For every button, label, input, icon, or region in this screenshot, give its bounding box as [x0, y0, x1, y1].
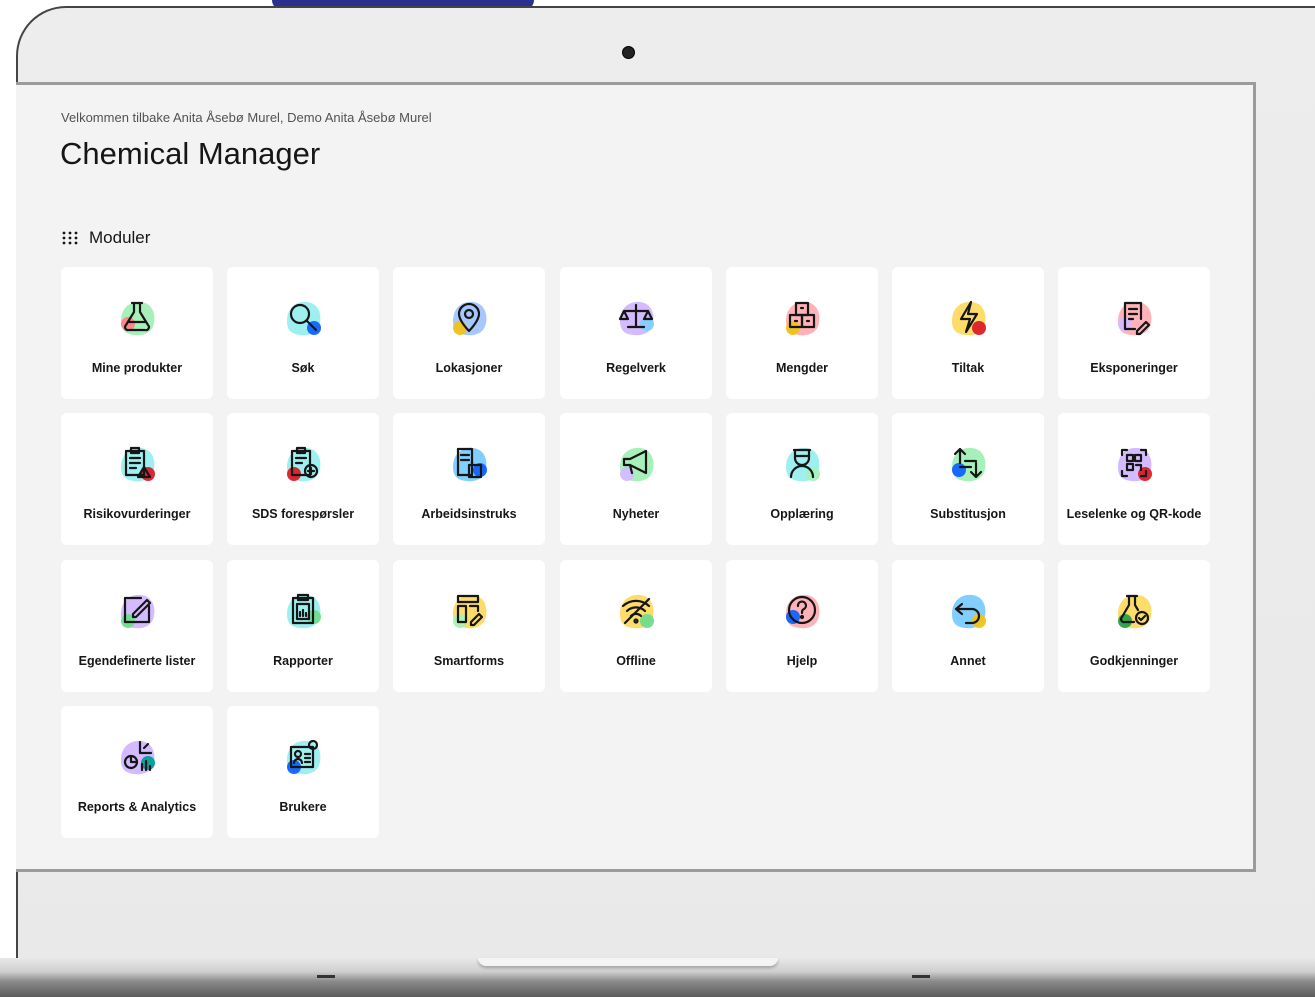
module-tile-smartforms[interactable]: Smartforms — [393, 560, 545, 692]
lightning-icon — [952, 300, 986, 336]
module-tile-label: Leselenke og QR-kode — [1066, 507, 1202, 521]
module-tile-label: Eksponeringer — [1090, 361, 1178, 375]
module-tile-hjelp[interactable]: Hjelp — [726, 560, 878, 692]
clipboard-add-icon — [287, 446, 321, 482]
clipboard-chart-icon — [287, 593, 321, 629]
module-tile-label: Mine produkter — [91, 361, 183, 375]
modules-section-header: Moduler — [61, 228, 150, 248]
module-tile-eksponeringer[interactable]: Eksponeringer — [1058, 267, 1210, 399]
location-pin-icon — [453, 301, 487, 336]
page-title: Chemical Manager — [60, 136, 321, 171]
grid-dots-icon — [62, 231, 78, 245]
module-tile-leselenke-og-qr-kode[interactable]: Leselenke og QR-kode — [1058, 413, 1210, 545]
module-tile-label: Tiltak — [951, 361, 985, 375]
module-tile-substitusjon[interactable]: Substitusjon — [892, 413, 1044, 545]
module-tile-label: Opplæring — [770, 507, 834, 521]
user-card-icon — [287, 739, 321, 775]
laptop-foot-right — [912, 975, 930, 978]
module-tile-tiltak[interactable]: Tiltak — [892, 267, 1044, 399]
wifi-off-icon — [620, 594, 654, 629]
module-tile-label: Annet — [950, 654, 986, 668]
form-pencil-icon — [453, 594, 487, 629]
flask-check-icon — [1118, 594, 1152, 629]
module-tile-label: Risikovurderinger — [83, 507, 191, 521]
module-tile-label: Smartforms — [433, 654, 505, 668]
module-tile-risikovurderinger[interactable]: Risikovurderinger — [61, 413, 213, 545]
scale-icon — [618, 301, 654, 336]
webcam-icon — [622, 46, 635, 59]
laptop-hinge — [478, 958, 778, 966]
module-tile-label: Arbeidsinstruks — [421, 507, 517, 521]
module-tile-label: Substitusjon — [930, 507, 1006, 521]
module-tile-label: Offline — [616, 654, 656, 668]
module-tile-mengder[interactable]: Mengder — [726, 267, 878, 399]
clipboard-warning-icon — [121, 446, 155, 482]
boxes-icon — [786, 301, 820, 336]
module-tile-label: Hjelp — [786, 654, 818, 668]
undo-arrow-icon — [952, 594, 986, 629]
module-tile-lokasjoner[interactable]: Lokasjoner — [393, 267, 545, 399]
swap-arrows-icon — [952, 447, 986, 482]
document-factory-icon — [453, 447, 487, 482]
module-tile-godkjenninger[interactable]: Godkjenninger — [1058, 560, 1210, 692]
welcome-message: Velkommen tilbake Anita Åsebø Murel, Dem… — [61, 110, 432, 125]
module-tile-label: Reports & Analytics — [77, 800, 197, 814]
analytics-icon — [121, 740, 155, 775]
megaphone-icon — [620, 447, 654, 482]
module-tile-reports-analytics[interactable]: Reports & Analytics — [61, 706, 213, 838]
document-pencil-icon — [1118, 301, 1152, 336]
module-tile-regelverk[interactable]: Regelverk — [560, 267, 712, 399]
module-tile-label: Søk — [291, 361, 315, 375]
module-tile-sds-forespørsler[interactable]: SDS forespørsler — [227, 413, 379, 545]
module-tile-annet[interactable]: Annet — [892, 560, 1044, 692]
magnifier-icon — [287, 301, 321, 336]
help-circle-icon — [786, 594, 820, 629]
module-tile-label: Mengder — [775, 361, 829, 375]
modules-heading: Moduler — [89, 228, 151, 247]
module-tile-label: SDS forespørsler — [251, 507, 355, 521]
module-tile-label: Brukere — [279, 800, 327, 814]
laptop-foot-left — [317, 975, 335, 978]
module-tile-egendefinerte-lister[interactable]: Egendefinerte lister — [61, 560, 213, 692]
module-tile-brukere[interactable]: Brukere — [227, 706, 379, 838]
module-tile-mine-produkter[interactable]: Mine produkter — [61, 267, 213, 399]
module-tile-label: Rapporter — [273, 654, 333, 668]
module-tile-offline[interactable]: Offline — [560, 560, 712, 692]
module-tile-label: Lokasjoner — [435, 361, 503, 375]
module-tile-label: Regelverk — [606, 361, 666, 375]
qr-code-icon — [1118, 447, 1152, 482]
module-tile-rapporter[interactable]: Rapporter — [227, 560, 379, 692]
flask-icon — [121, 301, 155, 336]
module-tile-opplæring[interactable]: Opplæring — [726, 413, 878, 545]
module-tile-label: Egendefinerte lister — [78, 654, 196, 668]
module-tile-arbeidsinstruks[interactable]: Arbeidsinstruks — [393, 413, 545, 545]
module-tile-nyheter[interactable]: Nyheter — [560, 413, 712, 545]
module-tile-label: Nyheter — [612, 507, 660, 521]
graduate-icon — [786, 447, 820, 482]
module-tile-søk[interactable]: Søk — [227, 267, 379, 399]
edit-square-icon — [121, 594, 155, 629]
module-tile-label: Godkjenninger — [1089, 654, 1179, 668]
